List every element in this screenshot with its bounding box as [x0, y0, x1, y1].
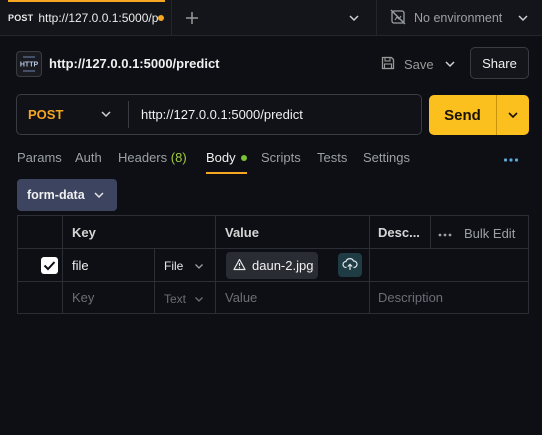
- row-divider: [18, 281, 528, 282]
- environment-label: No environment: [414, 11, 503, 25]
- save-options-chevron-icon[interactable]: [442, 56, 458, 72]
- environment-chevron-down-icon[interactable]: [515, 10, 531, 26]
- cloud-upload-icon: [342, 257, 358, 274]
- upload-file-button[interactable]: [338, 253, 362, 277]
- new-row-type-select[interactable]: Text: [164, 292, 186, 306]
- send-button[interactable]: Send: [429, 95, 496, 135]
- column-divider: [154, 249, 155, 313]
- body-type-select[interactable]: form-data: [17, 179, 117, 211]
- url-input[interactable]: [141, 95, 411, 134]
- method-select[interactable]: POST: [17, 95, 128, 134]
- tab-auth[interactable]: Auth: [75, 148, 102, 174]
- header-value: Value: [225, 225, 259, 240]
- file-chip[interactable]: daun-2.jpg: [226, 252, 318, 279]
- header-key: Key: [72, 225, 96, 240]
- new-row-description-placeholder[interactable]: Description: [378, 290, 443, 305]
- plus-icon[interactable]: [182, 8, 202, 28]
- new-row-type-chevron-icon: [193, 293, 205, 305]
- http-icon: HTTP: [16, 51, 42, 77]
- row-divider: [18, 248, 528, 249]
- column-divider: [369, 216, 370, 313]
- row-key[interactable]: file: [72, 258, 89, 273]
- request-tab[interactable]: POST http://127.0.0.1:5000/p: [0, 0, 172, 36]
- send-options-chevron-icon[interactable]: [497, 95, 529, 135]
- tab-tests[interactable]: Tests: [317, 148, 347, 174]
- request-title[interactable]: http://127.0.0.1:5000/predict: [49, 56, 220, 71]
- url-bar: POST: [16, 94, 422, 135]
- warning-icon: [233, 258, 246, 274]
- tab-settings[interactable]: Settings: [363, 148, 410, 174]
- tab-title: http://127.0.0.1:5000/p: [38, 11, 159, 25]
- column-divider: [215, 216, 216, 313]
- form-data-table: Key Value Desc... Bulk Edit file File da…: [17, 215, 529, 314]
- headers-count-badge: (8): [170, 150, 187, 165]
- send-button-group: Send: [429, 95, 529, 135]
- body-type-label: form-data: [27, 188, 85, 202]
- unsaved-dot-icon: [158, 15, 164, 21]
- environment-selector[interactable]: No environment: [390, 9, 502, 27]
- save-label: Save: [404, 56, 434, 72]
- tab-headers-label: Headers: [118, 150, 168, 165]
- tab-body[interactable]: Body: [206, 148, 247, 174]
- save-button[interactable]: Save: [380, 53, 434, 75]
- save-icon: [380, 55, 396, 74]
- body-type-chevron-icon: [92, 188, 106, 202]
- file-name: daun-2.jpg: [252, 258, 314, 273]
- row-enabled-checkbox[interactable]: [41, 257, 58, 274]
- more-horizontal-icon: [438, 226, 452, 241]
- tab-params[interactable]: Params: [17, 148, 62, 174]
- column-divider: [62, 216, 63, 313]
- bulk-edit-label: Bulk Edit: [464, 226, 516, 241]
- tab-headers[interactable]: Headers (8): [118, 148, 187, 174]
- row-type-select[interactable]: File: [164, 259, 183, 273]
- tab-method: POST: [8, 13, 34, 23]
- tab-bar: POST http://127.0.0.1:5000/p No environm…: [0, 0, 542, 36]
- method-chevron-down-icon: [99, 107, 113, 121]
- share-button[interactable]: Share: [470, 47, 529, 79]
- bulk-edit-button[interactable]: Bulk Edit: [438, 226, 515, 241]
- row-type-chevron-icon: [193, 260, 205, 272]
- more-options-icon[interactable]: [503, 153, 519, 163]
- new-row-value-placeholder[interactable]: Value: [225, 290, 257, 305]
- new-row-key-placeholder[interactable]: Key: [72, 290, 94, 305]
- no-environment-icon: [390, 9, 406, 28]
- tab-body-label: Body: [206, 150, 236, 165]
- tabs-chevron-down-icon[interactable]: [346, 10, 362, 26]
- body-active-dot-icon: [240, 155, 247, 161]
- divider: [376, 0, 377, 36]
- header-description: Desc...: [378, 225, 420, 240]
- divider: [128, 101, 129, 128]
- svg-text:HTTP: HTTP: [20, 62, 39, 69]
- request-header: HTTP http://127.0.0.1:5000/predict Save …: [0, 44, 542, 84]
- column-divider: [430, 216, 431, 248]
- method-label: POST: [28, 107, 64, 122]
- tab-scripts[interactable]: Scripts: [261, 148, 301, 174]
